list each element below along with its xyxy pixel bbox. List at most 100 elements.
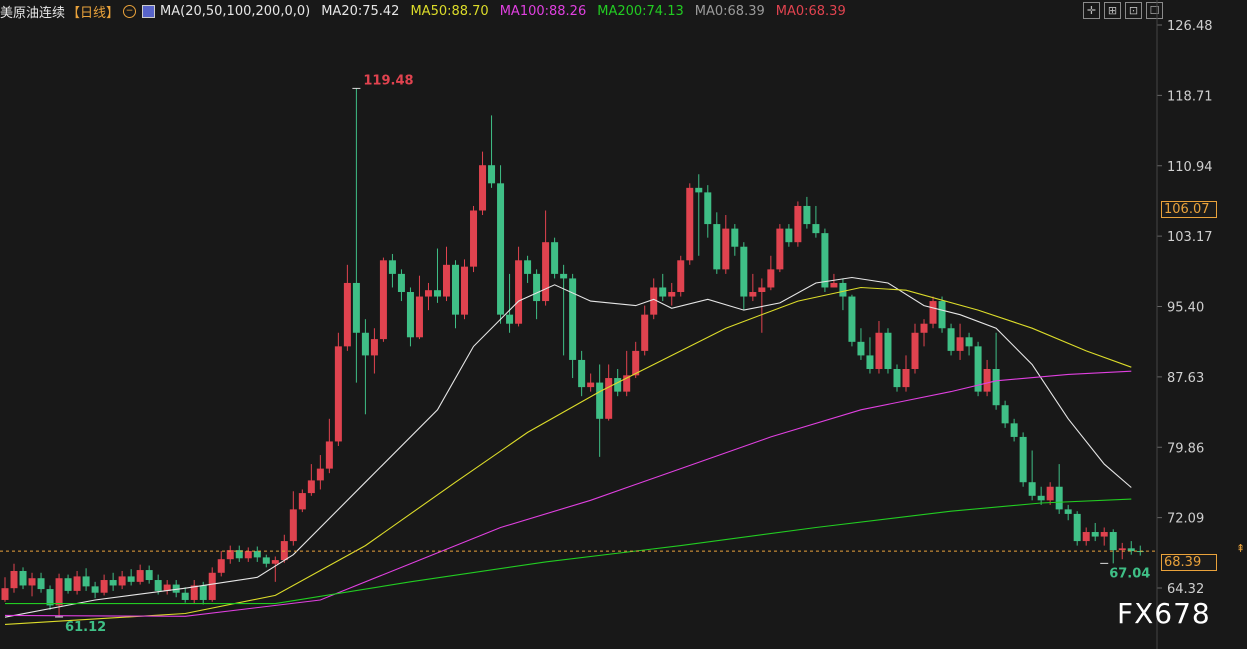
up-candle: [605, 364, 613, 421]
down-candle: [1019, 432, 1027, 487]
candle-body: [307, 480, 315, 494]
up-candle: [244, 547, 252, 562]
down-candle: [578, 350, 586, 397]
candle-body: [1118, 548, 1126, 551]
down-candle: [812, 205, 820, 238]
up-candle: [479, 151, 487, 216]
down-candle: [433, 248, 441, 303]
up-candle: [1046, 482, 1054, 505]
candle-body: [442, 264, 450, 297]
up-candle: [298, 489, 306, 513]
candle-body: [1, 588, 9, 600]
down-candle: [704, 185, 712, 238]
y-tick-label: 64.32: [1167, 582, 1204, 597]
candle-body: [397, 273, 405, 293]
candle-body: [452, 264, 459, 315]
candle-body: [947, 328, 955, 351]
candle-body: [406, 292, 414, 338]
candle-body: [704, 192, 712, 225]
down-candle: [884, 328, 892, 374]
candle-body: [695, 187, 703, 193]
candle-body: [1010, 423, 1018, 437]
candle-body: [181, 592, 189, 600]
candle-body: [911, 332, 919, 369]
up-candle: [794, 201, 802, 247]
candle-body: [1037, 495, 1045, 501]
down-candle: [560, 264, 568, 356]
up-candle: [379, 257, 387, 342]
up-candle: [415, 275, 423, 340]
down-candle: [713, 212, 721, 274]
price-tag-current: 68.39: [1161, 554, 1217, 572]
candle-body: [713, 224, 721, 270]
down-candle: [497, 165, 505, 324]
candle-body: [91, 586, 99, 593]
y-tick-label: 103.17: [1167, 230, 1213, 245]
down-candle: [262, 554, 270, 568]
down-candle: [992, 332, 1000, 410]
candle-body: [46, 589, 54, 606]
candle-body: [857, 341, 865, 356]
up-candle: [983, 359, 991, 397]
candle-body: [199, 585, 207, 600]
candle-body: [587, 382, 595, 388]
up-candle: [875, 320, 883, 374]
down-candle: [1028, 450, 1036, 501]
candle-body: [316, 468, 324, 481]
up-candle: [587, 373, 595, 392]
candle-body: [992, 368, 1000, 406]
candle-body: [1091, 532, 1099, 537]
candle-body: [848, 296, 856, 342]
down-candle: [64, 574, 72, 594]
up-candle: [163, 580, 171, 595]
candle-body: [127, 576, 135, 582]
y-tick-label: 110.94: [1167, 160, 1213, 175]
y-tick-label: 118.71: [1167, 89, 1213, 104]
candle-body: [767, 269, 775, 288]
candle-body: [461, 266, 469, 315]
low-right-label: 67.04: [1109, 566, 1150, 581]
candle-body: [794, 205, 802, 243]
down-candle: [19, 567, 27, 590]
candle-body: [73, 576, 81, 591]
candle-body: [830, 282, 838, 288]
candle-body: [208, 572, 216, 600]
up-candle: [515, 246, 523, 327]
down-candle: [569, 273, 577, 379]
candle-body: [154, 580, 162, 591]
up-candle: [929, 296, 937, 329]
up-candle: [73, 570, 81, 595]
down-candle: [731, 224, 739, 256]
down-candle: [82, 568, 90, 591]
y-tick-label: 126.48: [1167, 19, 1213, 34]
up-candle: [668, 282, 676, 306]
down-candle: [893, 364, 901, 392]
candle-body: [1055, 486, 1063, 510]
up-candle: [641, 305, 649, 356]
down-candle: [506, 273, 514, 333]
up-candle: [55, 573, 63, 617]
y-tick-label: 95.40: [1167, 301, 1204, 316]
y-tick-label: 87.63: [1167, 371, 1204, 386]
candle-body: [542, 242, 550, 302]
candle-body: [515, 260, 523, 324]
candle-body: [821, 233, 829, 288]
down-candle: [947, 323, 955, 356]
candlestick-chart[interactable]: 126.48 118.71 110.94 103.17 95.40 87.63 79.86 7…: [0, 0, 1247, 649]
up-candle: [1, 577, 9, 602]
down-candle: [127, 569, 135, 586]
up-candle: [226, 545, 234, 564]
candle-body: [352, 282, 360, 333]
down-candle: [1055, 464, 1063, 514]
down-candle: [1001, 400, 1009, 428]
candle-body: [758, 287, 766, 293]
ma100-line: [4, 370, 1132, 617]
down-candle: [1109, 529, 1117, 564]
up-candle: [470, 205, 478, 273]
down-candle: [1091, 522, 1099, 542]
candle-body: [902, 368, 910, 388]
candle-body: [965, 337, 973, 347]
candle-body: [488, 165, 496, 184]
down-candle: [46, 585, 54, 610]
candle-body: [614, 378, 622, 392]
